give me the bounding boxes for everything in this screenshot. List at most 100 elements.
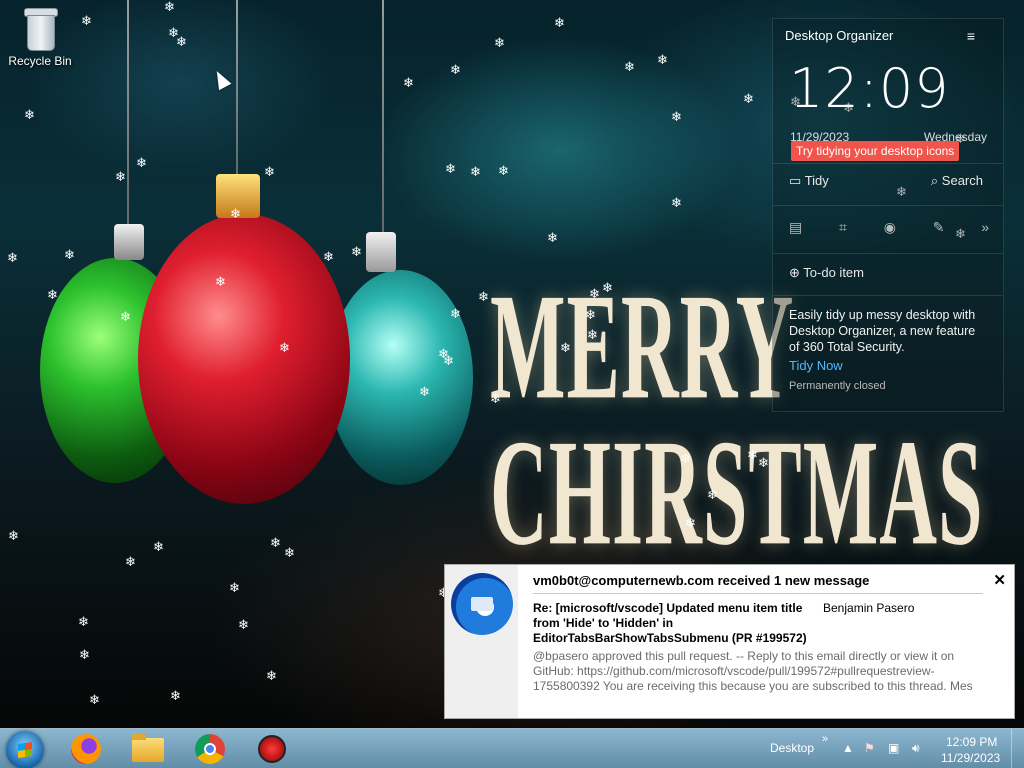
todo-label: To-do item bbox=[803, 265, 864, 280]
organizer-title: Desktop Organizer bbox=[785, 28, 894, 43]
snowflake-icon: ❄ bbox=[164, 0, 175, 14]
360-total-security-icon bbox=[258, 735, 286, 763]
divider bbox=[773, 253, 1003, 254]
desktop-organizer-widget: Desktop Organizer ≡ 12:09 11/29/2023 Wed… bbox=[772, 18, 1004, 412]
organizer-clock: 12:09 bbox=[789, 57, 950, 120]
close-icon[interactable]: ✕ bbox=[993, 571, 1006, 589]
snowflake-icon: ❄ bbox=[494, 35, 505, 50]
snowflake-icon: ❄ bbox=[125, 554, 136, 569]
search-icon: ⌕ bbox=[930, 173, 939, 188]
thunderbird-icon bbox=[451, 573, 513, 635]
volume-icon[interactable]: 🔊︎ bbox=[912, 741, 920, 756]
message-subject: Re: [microsoft/vscode] Updated menu item… bbox=[533, 601, 807, 645]
permanently-closed-link[interactable]: Permanently closed bbox=[789, 380, 886, 392]
toolbar-expand-icon[interactable]: » bbox=[822, 733, 828, 745]
snowflake-icon: ❄ bbox=[554, 15, 565, 30]
snowflake-icon: ❄ bbox=[585, 307, 596, 322]
taskbar-firefox[interactable] bbox=[68, 732, 106, 766]
snowflake-icon: ❄ bbox=[419, 384, 430, 399]
notification-icon-pane bbox=[445, 565, 518, 718]
snowflake-icon: ❄ bbox=[81, 13, 92, 28]
snowflake-icon: ❄ bbox=[450, 62, 461, 77]
expand-icon[interactable]: » bbox=[981, 219, 989, 236]
snowflake-icon: ❄ bbox=[707, 487, 718, 502]
snowflake-icon: ❄ bbox=[170, 688, 181, 703]
search-button[interactable]: ⌕ Search bbox=[931, 173, 983, 189]
snowflake-icon: ❄ bbox=[498, 163, 509, 178]
crop-icon[interactable]: ⌗ bbox=[839, 219, 847, 236]
snowflake-icon: ❄ bbox=[153, 539, 164, 554]
snowflake-icon: ❄ bbox=[230, 206, 241, 221]
snowflake-icon: ❄ bbox=[323, 249, 334, 264]
snowflake-icon: ❄ bbox=[671, 109, 682, 124]
snowflake-icon: ❄ bbox=[270, 535, 281, 550]
clipboard-icon[interactable]: ▤ bbox=[789, 219, 802, 236]
start-button[interactable] bbox=[6, 731, 44, 768]
chrome-icon bbox=[195, 734, 225, 764]
snowflake-icon: ❄ bbox=[671, 195, 682, 210]
message-preview: @bpasero approved this pull request. -- … bbox=[533, 649, 973, 693]
snowflake-icon: ❄ bbox=[79, 647, 90, 662]
snowflake-icon: ❄ bbox=[284, 545, 295, 560]
taskbar-chrome[interactable] bbox=[192, 732, 230, 766]
snowflake-icon: ❄ bbox=[7, 250, 18, 265]
monitor-icon: ▭ bbox=[789, 173, 802, 188]
snowflake-icon: ❄ bbox=[266, 668, 277, 683]
organizer-promo-text: Easily tidy up messy desktop with Deskto… bbox=[789, 308, 976, 354]
snowflake-icon: ❄ bbox=[229, 580, 240, 595]
snowflake-icon: ❄ bbox=[115, 169, 126, 184]
snowflake-icon: ❄ bbox=[758, 455, 769, 470]
divider bbox=[773, 295, 1003, 296]
taskbar-clock-time[interactable]: 12:09 PM bbox=[946, 735, 997, 749]
thunderbird-notification[interactable]: vm0b0t@computernewb.com received 1 new m… bbox=[444, 564, 1015, 719]
network-icon[interactable]: ▣ bbox=[888, 741, 899, 755]
taskbar-360-total-security[interactable] bbox=[254, 732, 292, 766]
plus-circle-icon: ⊕ bbox=[789, 265, 800, 280]
notification-heading: vm0b0t@computernewb.com received 1 new m… bbox=[533, 573, 870, 588]
snowflake-icon: ❄ bbox=[136, 155, 147, 170]
snowflake-icon: ❄ bbox=[8, 528, 19, 543]
windows-logo-icon bbox=[18, 742, 32, 758]
snowflake-icon: ❄ bbox=[238, 617, 249, 632]
recycle-bin-label: Recycle Bin bbox=[8, 54, 72, 68]
snowflake-icon: ❄ bbox=[743, 91, 754, 106]
recycle-bin-icon bbox=[22, 6, 58, 52]
search-label: Search bbox=[941, 173, 983, 188]
snowflake-icon: ❄ bbox=[24, 107, 35, 122]
divider bbox=[773, 205, 1003, 206]
hamburger-menu-icon[interactable]: ≡ bbox=[967, 28, 975, 44]
snowflake-icon: ❄ bbox=[215, 274, 226, 289]
snowflake-icon: ❄ bbox=[587, 327, 598, 342]
show-hidden-icons-icon[interactable]: ▲ bbox=[842, 741, 854, 755]
taskbar-file-explorer[interactable] bbox=[130, 732, 168, 766]
tidy-now-link[interactable]: Tidy Now bbox=[789, 358, 843, 373]
snowflake-icon: ❄ bbox=[120, 309, 131, 324]
recycle-bin-shortcut[interactable]: Recycle Bin bbox=[4, 6, 76, 68]
snowflake-icon: ❄ bbox=[450, 306, 461, 321]
note-icon[interactable]: ✎ bbox=[933, 219, 945, 236]
snowflake-icon: ❄ bbox=[264, 164, 275, 179]
taskbar-clock-date[interactable]: 11/29/2023 bbox=[941, 751, 1000, 765]
divider bbox=[773, 163, 1003, 164]
snowflake-icon: ❄ bbox=[168, 25, 179, 40]
snowflake-icon: ❄ bbox=[657, 52, 668, 67]
divider bbox=[533, 593, 983, 594]
add-todo-button[interactable]: ⊕ To-do item bbox=[789, 265, 987, 281]
show-desktop-button[interactable] bbox=[1011, 729, 1024, 768]
snowflake-icon: ❄ bbox=[747, 447, 758, 462]
snowflake-icon: ❄ bbox=[547, 230, 558, 245]
snowflake-icon: ❄ bbox=[602, 280, 613, 295]
action-center-flag-icon[interactable]: ⚑ bbox=[864, 741, 875, 755]
tidy-tip-badge[interactable]: Try tidying your desktop icons bbox=[791, 141, 960, 161]
snowflake-icon: ❄ bbox=[351, 244, 362, 259]
snowflake-icon: ❄ bbox=[589, 286, 600, 301]
snowflake-icon: ❄ bbox=[47, 287, 58, 302]
snowflake-icon: ❄ bbox=[403, 75, 414, 90]
snowflake-icon: ❄ bbox=[624, 59, 635, 74]
message-sender: Benjamin Pasero bbox=[823, 601, 915, 615]
snowflake-icon: ❄ bbox=[560, 340, 571, 355]
snowflake-icon: ❄ bbox=[680, 451, 691, 466]
eye-icon[interactable]: ◉ bbox=[884, 219, 896, 236]
desktop-toolbar-label[interactable]: Desktop bbox=[770, 741, 814, 755]
snowflake-icon: ❄ bbox=[89, 692, 100, 707]
